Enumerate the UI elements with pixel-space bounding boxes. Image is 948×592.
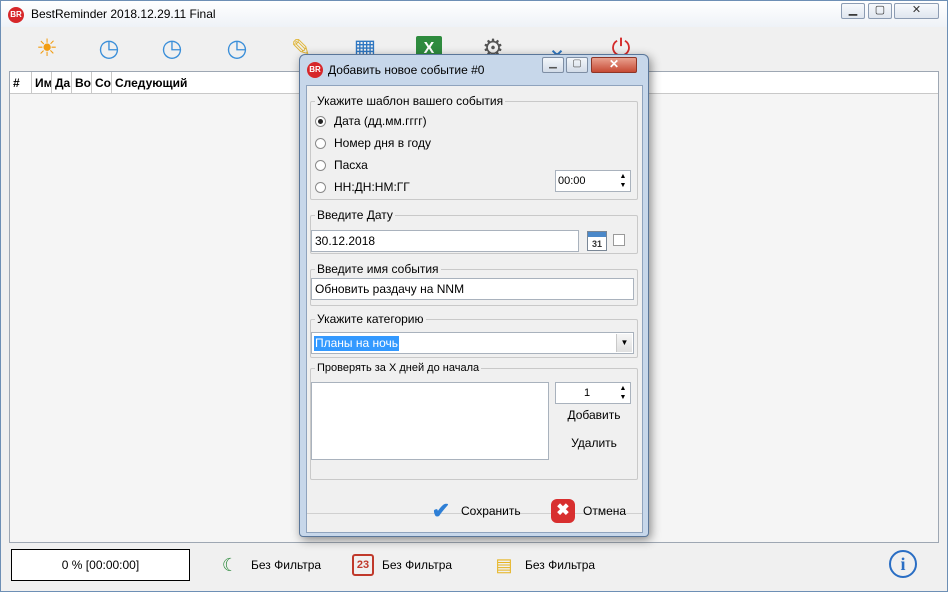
days-spinner[interactable]: 1 ▲ ▼ <box>555 382 631 404</box>
filter-label: Без Фильтра <box>251 558 322 572</box>
spin-arrows-icon[interactable]: ▲ ▼ <box>617 384 629 402</box>
filter-label: Без Фильтра <box>382 558 453 572</box>
sun-button[interactable]: ☀ <box>29 31 65 67</box>
column-header-date[interactable]: Да <box>52 72 72 94</box>
status-bar: 0 % [00:00:00] ☾ Без Фильтра 23 Без Филь… <box>9 547 939 583</box>
title-bar: BR BestReminder 2018.12.29.11 Final ▁ ▢ … <box>1 1 947 27</box>
column-header-time[interactable]: Во <box>72 72 92 94</box>
radio-day-number[interactable]: Номер дня в году <box>315 134 431 152</box>
days-before-group-legend: Проверять за X дней до начала <box>317 362 480 374</box>
chevron-down-icon[interactable]: ▼ <box>616 334 632 352</box>
clock-button[interactable]: ◷ <box>91 31 127 67</box>
calendar-picker-icon[interactable]: 31 <box>587 231 607 251</box>
radio-label: НН:ДН:НМ:ГГ <box>334 180 410 194</box>
radio-button[interactable] <box>315 159 326 171</box>
info-icon[interactable]: i <box>889 550 917 578</box>
radio-label: Пасха <box>334 158 368 172</box>
time-value: 00:00 <box>558 175 586 187</box>
progress-indicator: 0 % [00:00:00] <box>11 549 190 581</box>
template-group-legend: Укажите шаблон вашего события <box>317 94 504 108</box>
filter-moon[interactable]: ☾ Без Фильтра <box>217 551 321 579</box>
filter-calendar[interactable]: 23 Без Фильтра <box>352 551 452 579</box>
app-logo-icon: BR <box>8 7 24 23</box>
name-group-legend: Введите имя события <box>317 262 439 276</box>
maximize-button[interactable]: ▢ <box>868 3 892 19</box>
radio-label: Номер дня в году <box>334 136 431 150</box>
calendar-icon: 23 <box>352 554 374 576</box>
time-spinner[interactable]: 00:00 ▲ ▼ <box>555 170 631 192</box>
add-event-dialog: BR Добавить новое событие #0 ▁ ▢ ✕ Укажи… <box>299 54 649 537</box>
add-day-button[interactable]: Добавить <box>557 408 631 422</box>
days-list[interactable] <box>311 382 549 460</box>
radio-button[interactable] <box>315 115 326 127</box>
dialog-title: Добавить новое событие #0 <box>328 63 485 77</box>
category-group-legend: Укажите категорию <box>317 312 424 326</box>
date-input[interactable]: 30.12.2018 <box>311 230 579 252</box>
radio-button[interactable] <box>315 181 326 193</box>
spin-arrows-icon[interactable]: ▲ ▼ <box>617 172 629 190</box>
save-label: Сохранить <box>461 504 521 518</box>
radio-button[interactable] <box>315 137 326 149</box>
column-header-category[interactable]: Со <box>92 72 112 94</box>
folders-icon: ▤ <box>495 554 513 575</box>
checkmark-icon: ✔ <box>431 498 451 523</box>
dialog-title-bar: BR Добавить новое событие #0 ▁ ▢ ✕ <box>300 55 648 83</box>
dialog-maximize-button[interactable]: ▢ <box>566 57 588 73</box>
sun-icon: ☀ <box>36 35 58 62</box>
filter-label: Без Фильтра <box>525 558 596 572</box>
category-select[interactable]: Планы на ночь ▼ <box>311 332 634 354</box>
date-group-legend: Введите Дату <box>317 208 393 222</box>
category-selected-value: Планы на ночь <box>314 336 400 351</box>
clock-edit-icon: ◷ <box>161 35 183 62</box>
days-value: 1 <box>583 387 591 399</box>
radio-date[interactable]: Дата (дд.мм.гггг) <box>315 112 427 130</box>
clock-delete-button[interactable]: ◷ <box>219 31 255 67</box>
moon-icon: ☾ <box>221 554 239 575</box>
column-header-name[interactable]: Им <box>32 72 52 94</box>
clock-icon: ◷ <box>98 35 120 62</box>
event-name-input[interactable]: Обновить раздачу на NNM <box>311 278 634 300</box>
cancel-button[interactable]: ✖ Отмена <box>551 496 626 526</box>
clock-delete-icon: ◷ <box>226 35 248 62</box>
window-title: BestReminder 2018.12.29.11 Final <box>31 7 216 21</box>
radio-easter[interactable]: Пасха <box>315 156 368 174</box>
column-header-next[interactable]: Следующий <box>112 72 312 94</box>
close-button[interactable]: ✕ <box>894 3 939 19</box>
dialog-minimize-button[interactable]: ▁ <box>542 57 564 73</box>
date-checkbox[interactable] <box>613 234 625 246</box>
delete-day-button[interactable]: Удалить <box>557 436 631 450</box>
cancel-x-icon: ✖ <box>551 499 575 523</box>
cancel-label: Отмена <box>583 504 627 518</box>
dialog-logo-icon: BR <box>307 62 323 78</box>
dialog-body: Укажите шаблон вашего события Дата (дд.м… <box>306 85 643 533</box>
dialog-close-button[interactable]: ✕ <box>591 57 637 73</box>
clock-edit-button[interactable]: ◷ <box>154 31 190 67</box>
minimize-button[interactable]: ▁ <box>841 3 865 19</box>
filter-folders[interactable]: ▤ Без Фильтра <box>491 551 595 579</box>
column-header-number[interactable]: # <box>10 72 32 94</box>
radio-week-pattern[interactable]: НН:ДН:НМ:ГГ <box>315 178 410 196</box>
save-button[interactable]: ✔ Сохранить <box>429 496 521 526</box>
radio-label: Дата (дд.мм.гггг) <box>334 114 427 128</box>
